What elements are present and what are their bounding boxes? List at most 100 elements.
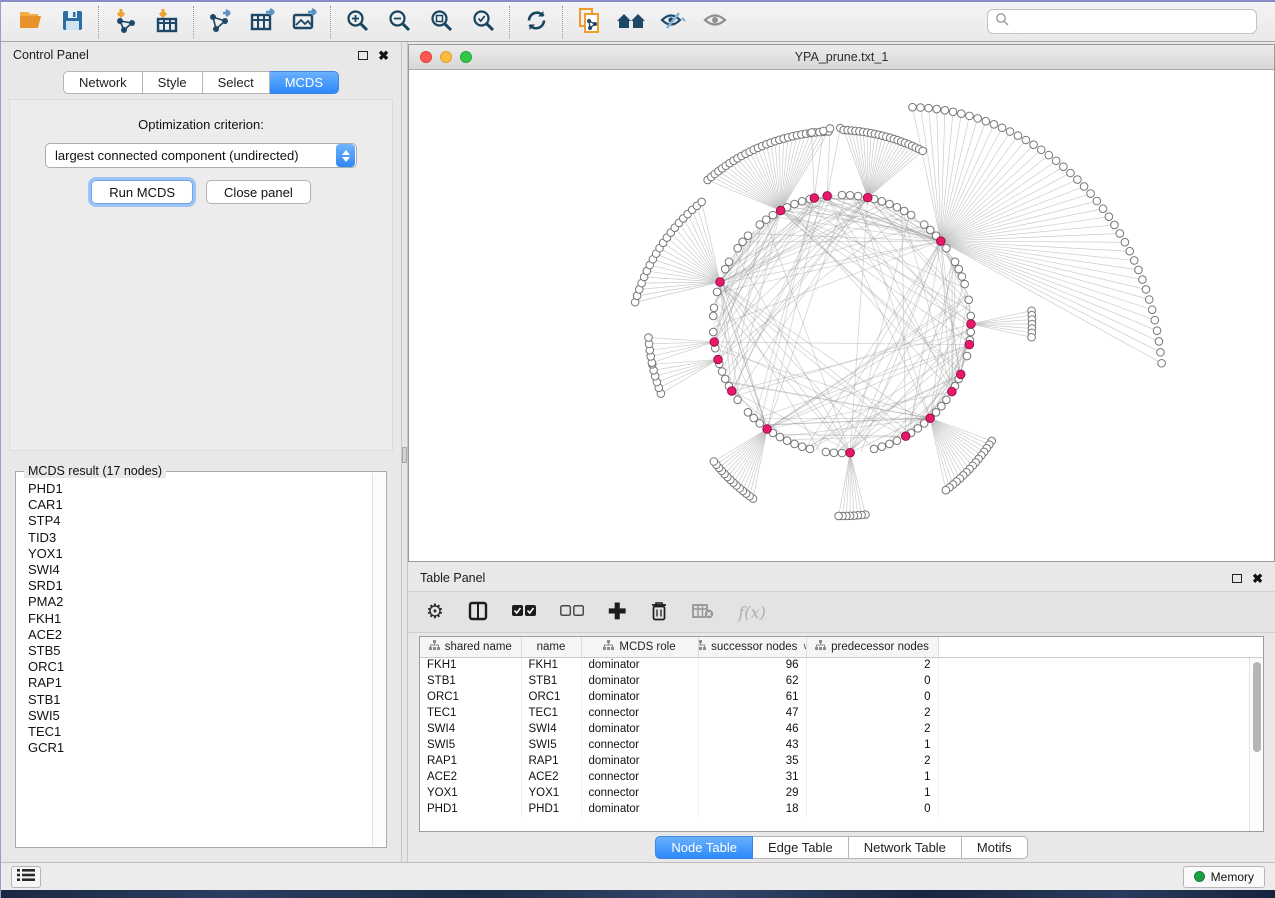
mcds-node[interactable] xyxy=(714,355,723,364)
graph-node[interactable] xyxy=(1093,197,1101,205)
graph-node[interactable] xyxy=(744,409,752,417)
graph-node[interactable] xyxy=(907,211,915,219)
float-panel-icon[interactable] xyxy=(358,51,368,60)
export-image-button[interactable] xyxy=(283,5,325,39)
tab-node-table[interactable]: Node Table xyxy=(655,836,753,859)
graph-node[interactable] xyxy=(739,238,747,246)
graph-node[interactable] xyxy=(963,352,971,360)
graph-node[interactable] xyxy=(838,449,846,457)
network-graph[interactable] xyxy=(409,70,1274,561)
table-row[interactable]: FKH1FKH1dominator962 xyxy=(420,657,1263,673)
list-item[interactable]: STB1 xyxy=(28,692,374,708)
search-input[interactable] xyxy=(1014,15,1249,29)
graph-node[interactable] xyxy=(750,414,758,422)
graph-node[interactable] xyxy=(838,191,846,199)
mcds-node[interactable] xyxy=(823,192,832,201)
graph-node[interactable] xyxy=(967,312,975,320)
graph-node[interactable] xyxy=(721,265,729,273)
list-item[interactable]: GCR1 xyxy=(28,740,374,756)
graph-node[interactable] xyxy=(927,226,935,234)
deselect-all-columns-button[interactable] xyxy=(560,597,584,627)
mcds-node[interactable] xyxy=(948,387,957,396)
close-table-panel-icon[interactable]: ✖ xyxy=(1252,572,1263,585)
graph-node[interactable] xyxy=(942,486,950,494)
graph-node[interactable] xyxy=(826,125,834,133)
list-item[interactable]: PHD1 xyxy=(28,481,374,497)
mcds-node[interactable] xyxy=(810,194,819,203)
graph-node[interactable] xyxy=(1006,128,1014,136)
graph-node[interactable] xyxy=(919,147,927,155)
graph-node[interactable] xyxy=(734,244,742,252)
task-history-button[interactable] xyxy=(11,866,41,888)
tab-edge-table[interactable]: Edge Table xyxy=(753,836,849,859)
list-item[interactable]: SRD1 xyxy=(28,578,374,594)
graph-node[interactable] xyxy=(955,265,963,273)
graph-node[interactable] xyxy=(808,129,816,137)
graph-node[interactable] xyxy=(1030,141,1038,149)
graph-node[interactable] xyxy=(917,104,925,112)
export-table-button[interactable] xyxy=(241,5,283,39)
mcds-result-list[interactable]: PHD1CAR1STP4TID3YOX1SWI4SRD1PMA2FKH1ACE2… xyxy=(16,472,386,847)
run-mcds-button[interactable]: Run MCDS xyxy=(91,180,193,204)
graph-node[interactable] xyxy=(835,512,843,520)
graph-node[interactable] xyxy=(886,200,894,208)
graph-node[interactable] xyxy=(933,105,941,113)
open-file-button[interactable] xyxy=(9,5,51,39)
table-row[interactable]: ORC1ORC1dominator610 xyxy=(420,689,1263,705)
tab-style[interactable]: Style xyxy=(143,71,203,94)
close-panel-icon[interactable]: ✖ xyxy=(378,49,389,62)
graph-node[interactable] xyxy=(1028,333,1036,341)
graph-node[interactable] xyxy=(914,425,922,433)
mcds-node[interactable] xyxy=(716,278,725,287)
refresh-button[interactable] xyxy=(515,5,557,39)
table-row[interactable]: YOX1YOX1connector291 xyxy=(420,785,1263,801)
table-row[interactable]: TEC1TEC1connector472 xyxy=(420,705,1263,721)
graph-node[interactable] xyxy=(1121,238,1129,246)
zoom-fit-button[interactable] xyxy=(420,5,462,39)
graph-node[interactable] xyxy=(893,203,901,211)
graph-node[interactable] xyxy=(966,112,974,120)
column-header-predecessor-nodes[interactable]: predecessor nodes xyxy=(806,637,938,657)
graph-node[interactable] xyxy=(710,304,718,312)
graph-node[interactable] xyxy=(1142,286,1150,294)
graph-node[interactable] xyxy=(990,121,998,129)
list-item[interactable]: STB5 xyxy=(28,643,374,659)
minimize-window-icon[interactable] xyxy=(440,51,452,63)
table-scrollbar[interactable] xyxy=(1249,658,1263,831)
list-item[interactable]: ACE2 xyxy=(28,627,374,643)
result-scrollbar[interactable] xyxy=(372,473,385,846)
import-network-button[interactable] xyxy=(104,5,146,39)
graph-node[interactable] xyxy=(957,110,965,118)
graph-node[interactable] xyxy=(958,273,966,281)
list-item[interactable]: TEC1 xyxy=(28,724,374,740)
graph-node[interactable] xyxy=(1052,157,1060,165)
save-session-button[interactable] xyxy=(51,5,93,39)
mcds-node[interactable] xyxy=(965,340,974,349)
graph-node[interactable] xyxy=(1105,213,1113,221)
graph-node[interactable] xyxy=(1111,221,1119,229)
graph-node[interactable] xyxy=(1153,327,1161,335)
graph-node[interactable] xyxy=(725,258,733,266)
list-item[interactable]: ORC1 xyxy=(28,659,374,675)
mcds-node[interactable] xyxy=(776,206,785,215)
export-network-button[interactable] xyxy=(199,5,241,39)
graph-node[interactable] xyxy=(756,221,764,229)
graph-node[interactable] xyxy=(998,124,1006,132)
list-item[interactable]: FKH1 xyxy=(28,611,374,627)
graph-node[interactable] xyxy=(769,211,777,219)
graph-node[interactable] xyxy=(878,443,886,451)
graph-node[interactable] xyxy=(846,191,854,199)
mcds-node[interactable] xyxy=(727,387,736,396)
graph-node[interactable] xyxy=(925,104,933,112)
graph-node[interactable] xyxy=(798,198,806,206)
list-item[interactable]: CAR1 xyxy=(28,497,374,513)
graph-node[interactable] xyxy=(1074,176,1082,184)
graph-node[interactable] xyxy=(806,445,814,453)
graph-node[interactable] xyxy=(713,288,721,296)
graph-node[interactable] xyxy=(709,312,717,320)
delete-table-button[interactable] xyxy=(692,597,714,627)
close-window-icon[interactable] xyxy=(420,51,432,63)
graph-node[interactable] xyxy=(822,448,830,456)
graph-node[interactable] xyxy=(1130,257,1138,265)
delete-columns-button[interactable] xyxy=(650,597,668,627)
